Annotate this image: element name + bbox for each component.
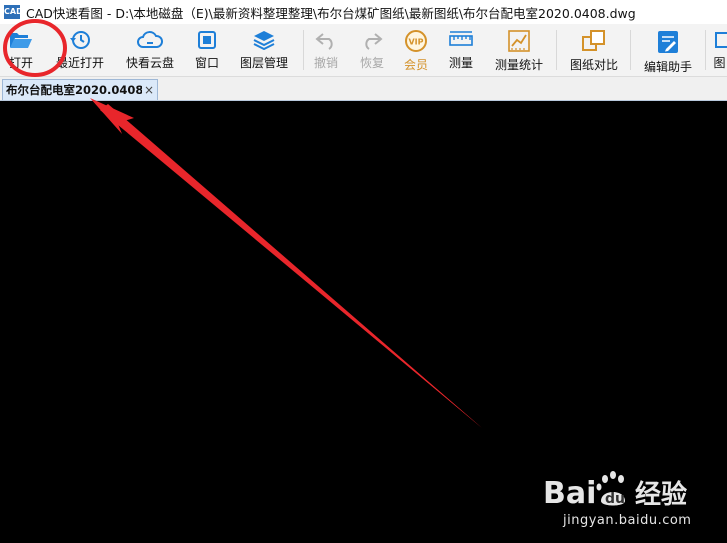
watermark-url: jingyan.baidu.com (563, 513, 692, 528)
toolbar-separator (303, 30, 304, 70)
app-icon: CAD (4, 5, 23, 19)
toolbar-separator (705, 30, 706, 70)
window-title: CAD快速看图 - D:\本地磁盘（E)\最新资料整理整理\布尔台煤矿图纸\最新… (26, 5, 636, 21)
more-button[interactable]: 图 (712, 24, 727, 76)
baidu-watermark: Bai du 经验 jingyan.baidu.com (543, 461, 713, 533)
measure-stats-label: 测量统计 (494, 58, 543, 72)
cloud-button[interactable]: 快看云盘 (122, 24, 178, 76)
toolbar-separator (556, 30, 557, 70)
member-button[interactable]: VIP 会员 (400, 24, 432, 76)
member-label: 会员 (403, 58, 428, 72)
window-label: 窗口 (194, 56, 219, 70)
svg-text:经验: 经验 (635, 479, 687, 510)
measure-label: 测量 (448, 56, 473, 70)
recent-label: 最近打开 (55, 56, 104, 70)
vip-badge-text: VIP (408, 38, 423, 47)
measure-button[interactable]: 测量 (444, 24, 478, 76)
document-tab-strip: 布尔台配电室2020.0408.dwg × (0, 77, 727, 101)
cloud-icon (137, 31, 163, 48)
layers-icon (253, 31, 275, 50)
history-icon (70, 31, 90, 49)
undo-label: 撤销 (313, 56, 338, 70)
compare-button[interactable]: 图纸对比 (566, 24, 622, 76)
more-label: 图 (713, 56, 726, 70)
chart-ruler-icon (508, 30, 530, 52)
compare-icon (582, 30, 605, 51)
redo-icon (365, 33, 383, 50)
recent-button[interactable]: 最近打开 (54, 24, 106, 76)
more-tool-icon (715, 32, 727, 48)
window-icon (198, 31, 216, 49)
redo-button[interactable]: 恢复 (356, 24, 388, 76)
edit-helper-icon (658, 31, 678, 53)
compare-label: 图纸对比 (569, 58, 618, 72)
baidu-jingyan-logo: Bai du 经验 (543, 471, 687, 511)
document-tab[interactable]: 布尔台配电室2020.0408.dwg × (2, 79, 158, 100)
open-label: 打开 (8, 56, 33, 70)
main-toolbar: 打开 最近打开 快看云盘 窗口 图层管理 撤销 恢复 VIP 会员 测量 测量统… (0, 24, 727, 77)
measure-stats-button[interactable]: 测量统计 (490, 24, 548, 76)
vip-icon: VIP (405, 30, 427, 52)
open-button[interactable]: 打开 (4, 24, 38, 76)
toolbar-separator (630, 30, 631, 70)
svg-text:Bai: Bai (543, 476, 596, 511)
ruler-icon (449, 31, 473, 46)
document-tab-label: 布尔台配电室2020.0408.dwg (6, 83, 142, 97)
edit-helper-button[interactable]: 编辑助手 (640, 24, 696, 76)
layers-button[interactable]: 图层管理 (236, 24, 292, 76)
window-button[interactable]: 窗口 (190, 24, 224, 76)
undo-icon (315, 33, 333, 50)
title-bar: CAD CAD快速看图 - D:\本地磁盘（E)\最新资料整理整理\布尔台煤矿图… (0, 0, 727, 24)
edit-helper-label: 编辑助手 (643, 60, 692, 74)
undo-button[interactable]: 撤销 (310, 24, 342, 76)
svg-text:du: du (605, 491, 625, 507)
layers-label: 图层管理 (239, 56, 288, 70)
folder-open-icon (10, 33, 32, 48)
redo-label: 恢复 (359, 56, 384, 70)
close-icon[interactable]: × (142, 83, 156, 97)
cloud-label: 快看云盘 (125, 56, 174, 70)
cad-viewer-window: CAD CAD快速看图 - D:\本地磁盘（E)\最新资料整理整理\布尔台煤矿图… (0, 0, 727, 543)
